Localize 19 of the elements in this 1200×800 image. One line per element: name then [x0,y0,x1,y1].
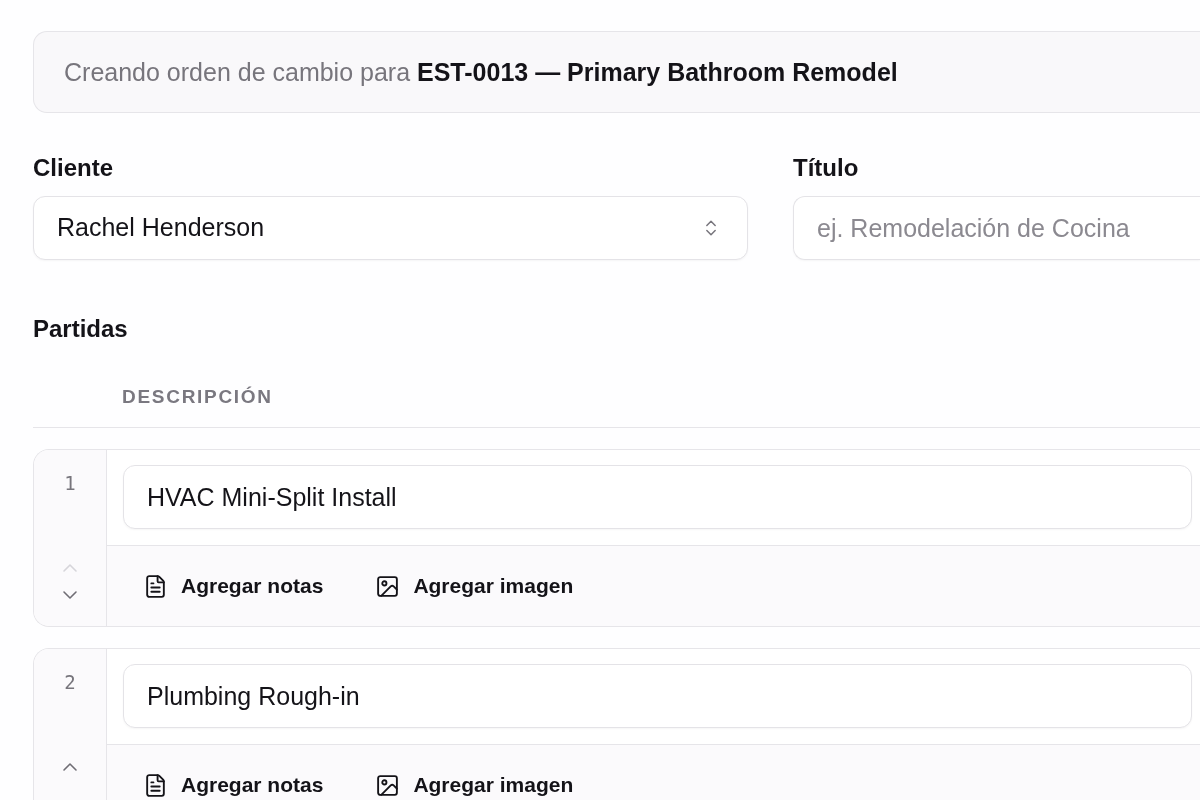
add-image-button[interactable]: Agregar imagen [375,772,574,798]
add-notes-button[interactable]: Agregar notas [143,772,324,798]
section-title: Partidas [33,315,128,343]
field-label: Título [793,154,859,182]
document-icon [143,573,168,599]
image-icon [375,772,401,798]
title-input[interactable]: ej. Remodelación de Cocina [793,196,1200,260]
add-notes-button[interactable]: Agregar notas [143,573,324,599]
document-icon [143,772,168,798]
client-select[interactable]: Rachel Henderson [33,196,748,260]
field-label: Cliente [33,154,113,182]
image-icon [375,573,401,599]
row-number: 2 [64,670,76,695]
description-input[interactable]: Plumbing Rough-in [123,664,1192,728]
add-image-button[interactable]: Agregar imagen [375,573,574,599]
row-number: 1 [64,471,76,496]
description-input[interactable]: HVAC Mini-Split Install [123,465,1192,529]
banner-text: Creando orden de cambio para EST-0013 — Primary Bathroom Remodel [64,57,898,88]
column-header: DESCRIPCIÓN [122,385,273,409]
